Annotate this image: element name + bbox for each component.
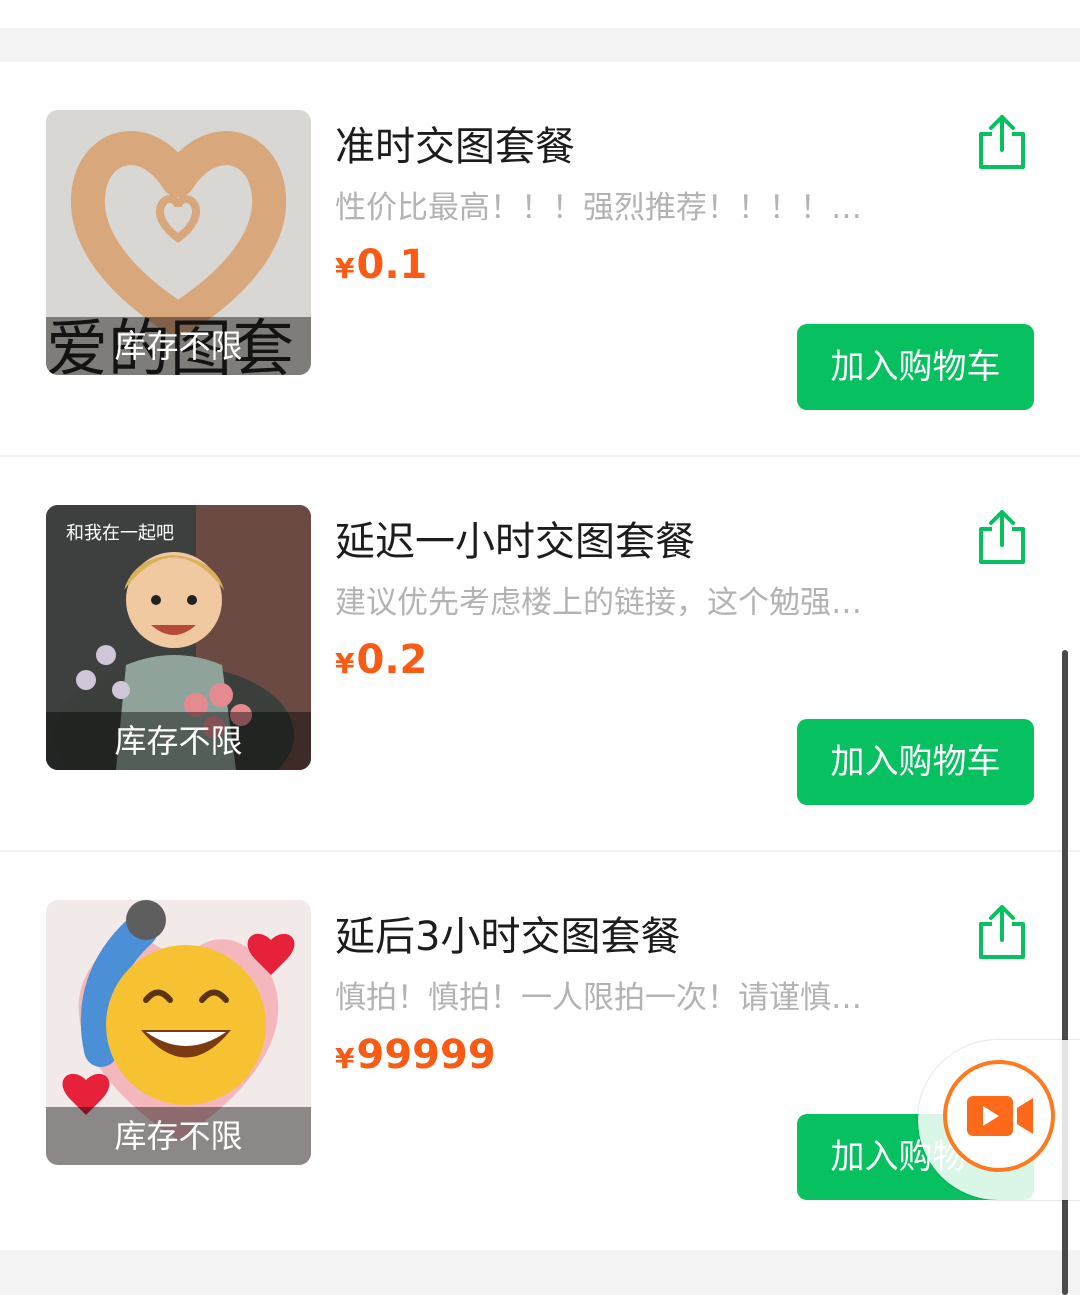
product-thumbnail[interactable]: 爱的图套 库存不限 [46,110,311,375]
share-icon[interactable] [974,112,1030,172]
video-camera-icon [967,1096,1033,1136]
product-card-2[interactable]: 和我在一起吧 库存不限 延迟一小时交图套餐 建议优先考虑楼上的链接，这个勉强… … [0,457,1080,852]
product-list-page: 爱的图套 库存不限 准时交图套餐 性价比最高！！！强烈推荐！！！！… ¥0.1 … [0,0,1080,1295]
product-description: 建议优先考虑楼上的链接，这个勉强… [335,585,862,621]
share-icon[interactable] [974,507,1030,567]
product-thumbnail[interactable]: 库存不限 [46,900,311,1165]
price-value: 0.2 [356,637,428,683]
price-value: 0.1 [356,242,428,288]
product-card-1[interactable]: 爱的图套 库存不限 准时交图套餐 性价比最高！！！强烈推荐！！！！… ¥0.1 … [0,62,1080,457]
product-thumbnail[interactable]: 和我在一起吧 库存不限 [46,505,311,770]
product-title[interactable]: 延后3小时交图套餐 [335,904,680,962]
section-separator-top [0,28,1080,62]
share-icon[interactable] [974,902,1030,962]
product-price: ¥0.2 [335,637,427,683]
stock-label: 库存不限 [46,712,311,770]
product-description: 慎拍！慎拍！一人限拍一次！请谨慎… [335,980,862,1016]
product-title[interactable]: 准时交图套餐 [335,114,575,172]
product-price: ¥0.1 [335,242,427,288]
thumb-caption: 和我在一起吧 [66,523,174,544]
add-to-cart-button[interactable]: 加入购物车 [797,719,1034,805]
stock-label: 库存不限 [46,1107,311,1165]
currency-symbol: ¥ [335,252,355,285]
price-value: 99999 [356,1032,496,1078]
video-camera-button[interactable] [943,1060,1055,1172]
add-to-cart-button[interactable]: 加入购物车 [797,324,1034,410]
product-description: 性价比最高！！！强烈推荐！！！！… [335,190,862,226]
currency-symbol: ¥ [335,647,355,680]
section-separator-bottom [0,1250,1080,1295]
stock-label: 库存不限 [46,317,311,375]
product-card-3[interactable]: 库存不限 延后3小时交图套餐 慎拍！慎拍！一人限拍一次！请谨慎… ¥99999 … [0,852,1080,1247]
product-title[interactable]: 延迟一小时交图套餐 [335,509,695,567]
product-price: ¥99999 [335,1032,496,1078]
currency-symbol: ¥ [335,1042,355,1075]
